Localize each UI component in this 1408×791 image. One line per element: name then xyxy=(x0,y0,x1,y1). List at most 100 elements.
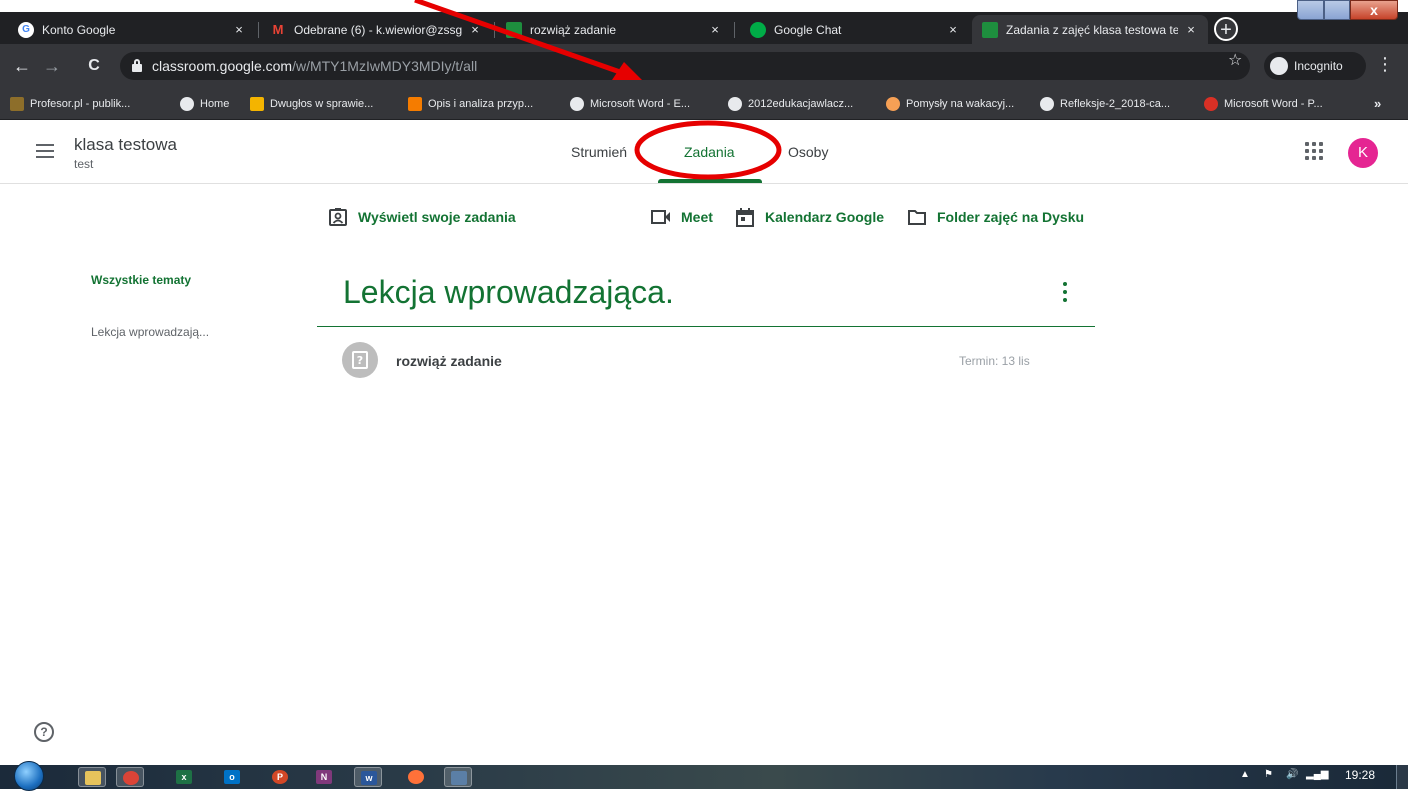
bookmark-label: Refleksje-2_2018-ca... xyxy=(1060,98,1171,110)
bookmark-item[interactable]: Refleksje-2_2018-ca... xyxy=(1040,96,1170,112)
browser-tab[interactable]: rozwiąż zadanie × xyxy=(496,15,732,44)
taskbar-word[interactable]: w xyxy=(354,767,382,787)
tab-strip: G Konto Google × M Odebrane (6) - k.wiew… xyxy=(0,12,1408,44)
tab-people[interactable]: Osoby xyxy=(788,144,828,160)
topic-more-icon[interactable] xyxy=(1058,281,1072,303)
explorer-icon xyxy=(85,771,101,785)
word-icon: w xyxy=(361,771,377,785)
back-button[interactable]: ← xyxy=(10,54,34,78)
assignment-row[interactable]: ? rozwiąż zadanie Termin: 13 lis xyxy=(317,338,1095,382)
address-bar[interactable]: classroom.google.com/w/MTY1MzIwMDY3MDIy/… xyxy=(120,52,1250,80)
windows-taskbar xyxy=(0,765,1408,789)
globe-icon xyxy=(570,97,584,111)
firefox-icon xyxy=(408,770,424,784)
tab-separator xyxy=(494,22,495,38)
incognito-icon xyxy=(1270,57,1288,75)
browser-menu-icon[interactable]: ⋮ xyxy=(1376,54,1394,75)
browser-frame: G Konto Google × M Odebrane (6) - k.wiew… xyxy=(0,0,1408,44)
all-topics-link[interactable]: Wszystkie tematy xyxy=(91,273,191,287)
chrome-icon xyxy=(123,771,139,785)
window-top-strip xyxy=(0,0,1408,12)
taskbar-outlook[interactable]: o xyxy=(218,767,246,787)
taskbar-paint[interactable] xyxy=(444,767,472,787)
bookmark-item[interactable]: Microsoft Word - E... xyxy=(570,96,690,112)
url-host: classroom.google.com xyxy=(152,58,293,74)
meet-label: Meet xyxy=(681,209,713,225)
tab-close-icon[interactable]: × xyxy=(708,22,722,37)
bookmark-item[interactable]: Pomysły na wakacyj... xyxy=(886,96,1014,112)
view-your-work-link[interactable]: Wyświetl swoje zadania xyxy=(328,205,516,229)
browser-tab[interactable]: Google Chat × xyxy=(740,15,970,44)
more-bookmarks-button[interactable]: » xyxy=(1374,96,1381,111)
show-desktop-button[interactable] xyxy=(1396,765,1408,789)
bookmark-favicon-icon xyxy=(408,97,422,111)
bookmark-item[interactable]: Home xyxy=(180,96,229,112)
tab-close-icon[interactable]: × xyxy=(946,22,960,37)
meet-link[interactable]: Meet xyxy=(651,205,713,229)
topic-heading: Lekcja wprowadzająca. xyxy=(343,274,674,310)
minimize-button[interactable] xyxy=(1297,0,1324,20)
bookmark-item[interactable]: Opis i analiza przyp... xyxy=(408,96,533,112)
drive-folder-link[interactable]: Folder zajęć na Dysku xyxy=(907,205,1084,229)
tab-close-icon[interactable]: × xyxy=(1184,22,1198,37)
taskbar-chrome[interactable] xyxy=(116,767,144,787)
tab-close-icon[interactable]: × xyxy=(468,22,482,37)
help-icon[interactable]: ? xyxy=(34,722,54,742)
google-apps-icon[interactable] xyxy=(1305,142,1323,160)
bookmark-label: Pomysły na wakacyj... xyxy=(906,98,1015,110)
taskbar-clock[interactable]: 19:28 xyxy=(1345,768,1375,782)
avatar[interactable]: K xyxy=(1348,138,1378,168)
class-section: test xyxy=(74,157,94,171)
bookmarks-bar: Profesor.pl - publik... Home Dwugłos w s… xyxy=(0,88,1408,120)
active-tab-indicator xyxy=(658,179,762,183)
new-tab-button[interactable]: + xyxy=(1214,17,1238,41)
bookmark-item[interactable]: Dwugłos w sprawie... xyxy=(250,96,373,112)
tab-classwork[interactable]: Zadania xyxy=(684,144,735,160)
globe-icon xyxy=(1040,97,1054,111)
forward-button[interactable]: → xyxy=(40,54,64,78)
outlook-icon: o xyxy=(224,770,240,784)
taskbar-powerpoint[interactable]: P xyxy=(266,767,294,787)
tab-close-icon[interactable]: × xyxy=(232,22,246,37)
google-g-icon: G xyxy=(18,21,34,38)
classroom-icon xyxy=(982,21,998,38)
volume-icon[interactable]: 🔊 xyxy=(1286,769,1298,780)
bookmark-label: Home xyxy=(200,98,230,110)
tab-title: rozwiąż zadanie xyxy=(530,22,617,37)
tray-arrow-icon[interactable]: ▲ xyxy=(1240,769,1250,780)
incognito-label: Incognito xyxy=(1294,59,1343,73)
close-window-button[interactable]: x xyxy=(1350,0,1398,20)
bookmark-item[interactable]: Microsoft Word - P... xyxy=(1204,96,1323,112)
tab-stream[interactable]: Strumień xyxy=(571,144,627,160)
bookmark-item[interactable]: Profesor.pl - publik... xyxy=(10,96,130,112)
tab-separator xyxy=(734,22,735,38)
topic-divider xyxy=(317,326,1095,327)
bookmark-star-icon[interactable]: ☆ xyxy=(1228,50,1242,70)
onenote-icon: N xyxy=(316,770,332,784)
network-signal-icon[interactable]: ▂▄▆ xyxy=(1306,769,1328,780)
reload-button[interactable]: C xyxy=(82,54,106,78)
class-title[interactable]: klasa testowa xyxy=(74,135,177,155)
url-path: /w/MTY1MzIwMDY3MDIy/t/all xyxy=(292,58,478,74)
tab-title: Google Chat xyxy=(774,22,842,37)
start-button[interactable] xyxy=(14,761,44,791)
action-center-flag-icon[interactable]: ⚑ xyxy=(1264,769,1273,780)
taskbar-explorer[interactable] xyxy=(78,767,106,787)
taskbar-firefox[interactable] xyxy=(402,767,430,787)
globe-icon xyxy=(180,97,194,111)
taskbar-onenote[interactable]: N xyxy=(310,767,338,787)
bookmark-label: Profesor.pl - publik... xyxy=(30,98,131,110)
bookmark-item[interactable]: 2012edukacjawlacz... xyxy=(728,96,853,112)
videocam-icon xyxy=(651,210,670,224)
google-calendar-link[interactable]: Kalendarz Google xyxy=(735,205,884,229)
tab-title: Zadania z zajęć klasa testowa te xyxy=(1006,22,1178,37)
menu-icon[interactable] xyxy=(36,144,54,158)
taskbar-excel[interactable]: x xyxy=(170,767,198,787)
browser-tab-active[interactable]: Zadania z zajęć klasa testowa te × xyxy=(972,15,1208,44)
incognito-badge[interactable]: Incognito xyxy=(1264,52,1366,80)
topic-link[interactable]: Lekcja wprowadzają... xyxy=(91,325,209,339)
browser-tab[interactable]: M Odebrane (6) - k.wiewior@zssg × xyxy=(260,15,492,44)
browser-tab[interactable]: G Konto Google × xyxy=(8,15,256,44)
calendar-label: Kalendarz Google xyxy=(765,209,885,225)
maximize-button[interactable] xyxy=(1324,0,1350,20)
